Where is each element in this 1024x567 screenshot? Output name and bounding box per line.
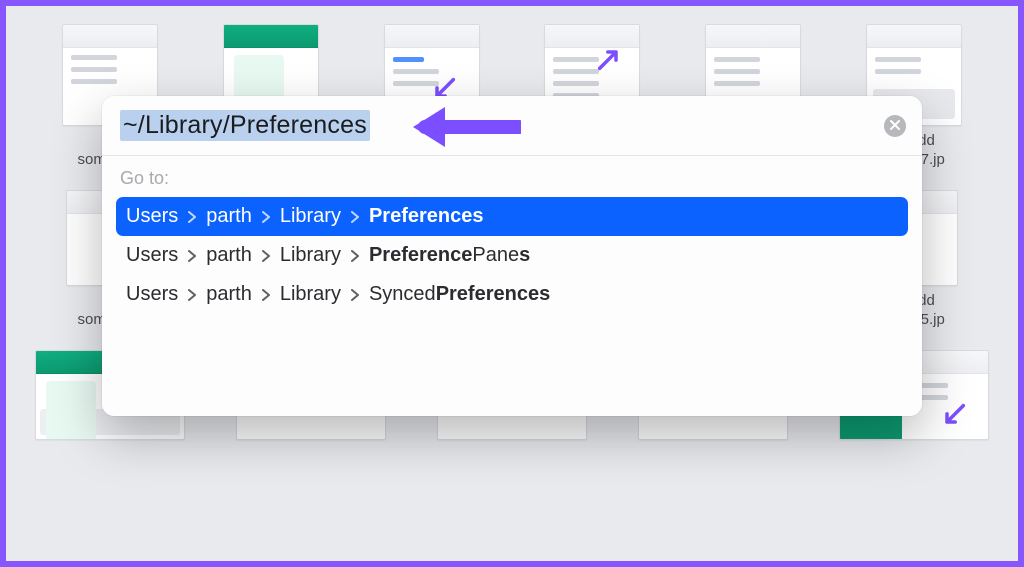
finder-window-background: h som....jpg	[6, 6, 1018, 561]
chevron-right-icon	[188, 289, 196, 301]
chevron-right-icon	[262, 211, 270, 223]
go-to-folder-sheet: ~/Library/Preferences Go to: Users parth…	[102, 96, 922, 416]
goto-label: Go to:	[120, 168, 908, 189]
path-leaf: PreferencePanes	[369, 244, 530, 267]
chevron-right-icon	[351, 211, 359, 223]
annotation-arrow-icon	[595, 45, 623, 73]
annotation-arrow-icon	[940, 401, 968, 429]
path-suggestion[interactable]: Users parth Library Preferences	[116, 197, 908, 236]
path-segment: parth	[206, 283, 252, 306]
path-segment: Users	[126, 244, 178, 267]
path-segment: parth	[206, 205, 252, 228]
chevron-right-icon	[188, 211, 196, 223]
sheet-header: ~/Library/Preferences	[102, 96, 922, 156]
path-segment: parth	[206, 244, 252, 267]
sheet-body: Go to: Users parth Library Preferences U…	[102, 156, 922, 416]
chevron-right-icon	[188, 250, 196, 262]
path-segment: Library	[280, 283, 341, 306]
chevron-right-icon	[262, 250, 270, 262]
path-suggestion[interactable]: Users parth Library SyncedPreferences	[116, 275, 908, 314]
annotation-arrow-icon	[254, 65, 282, 93]
chevron-right-icon	[351, 289, 359, 301]
path-leaf: SyncedPreferences	[369, 283, 550, 306]
path-input[interactable]: ~/Library/Preferences	[120, 110, 370, 141]
path-segment: Users	[126, 283, 178, 306]
chevron-right-icon	[351, 250, 359, 262]
path-segment: Library	[280, 244, 341, 267]
path-leaf: Preferences	[369, 205, 484, 228]
chevron-right-icon	[262, 289, 270, 301]
path-segment: Library	[280, 205, 341, 228]
close-icon	[890, 117, 900, 135]
path-segment: Users	[126, 205, 178, 228]
path-suggestion[interactable]: Users parth Library PreferencePanes	[116, 236, 908, 275]
close-button[interactable]	[884, 115, 906, 137]
